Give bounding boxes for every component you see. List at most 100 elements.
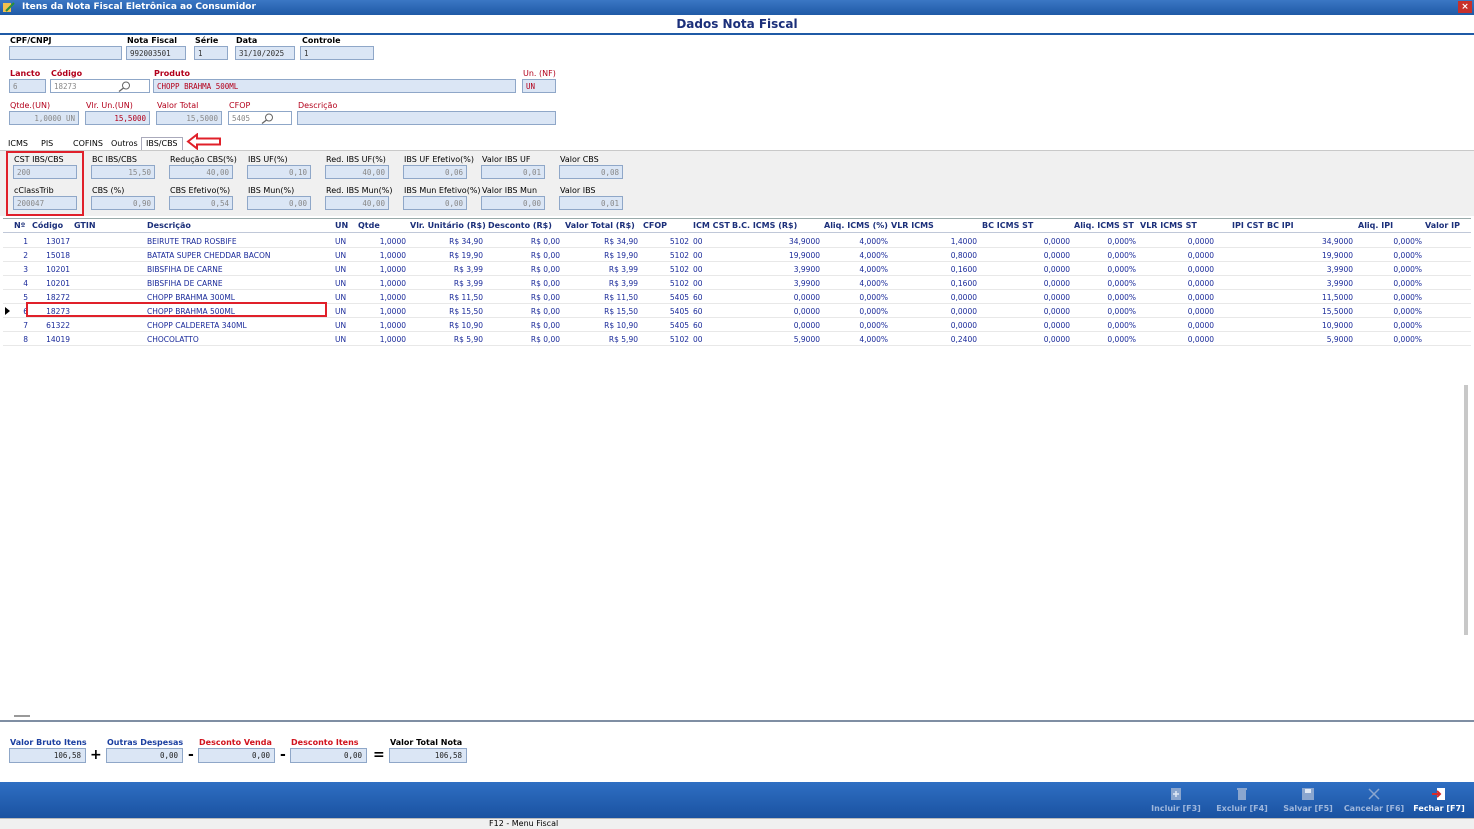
valoribs-field[interactable]: 0,01 <box>559 196 623 210</box>
valortotal-label: Valor Total <box>157 101 199 110</box>
cell-desconto: R$ 0,00 <box>530 279 560 288</box>
cbs-field[interactable]: 0,90 <box>91 196 155 210</box>
col-header[interactable]: Qtde <box>358 221 380 230</box>
col-header[interactable]: Vlr. Unitário (R$) <box>410 221 486 230</box>
tab-ibs-cbs[interactable]: IBS/CBS <box>141 137 183 150</box>
bc-field[interactable]: 15,50 <box>91 165 155 179</box>
cell-bc-ipi: 34,9000 <box>1321 237 1353 246</box>
incluir-button[interactable]: Incluir [F3] <box>1148 784 1204 818</box>
reducao-label: Redução CBS(%) <box>170 155 237 164</box>
cell-aliq-icms-st: 0,000% <box>1107 251 1136 260</box>
controle-field[interactable]: 1 <box>300 46 374 60</box>
tab-cofins[interactable]: COFINS <box>73 137 103 150</box>
cell-vlr-unit: R$ 15,50 <box>449 307 483 316</box>
col-header[interactable]: Desconto (R$) <box>488 221 552 230</box>
serie-label: Série <box>195 36 219 45</box>
col-header[interactable]: Aliq. IPI <box>1358 221 1393 230</box>
codigo-field[interactable]: 18273 <box>50 79 150 93</box>
un-field[interactable]: UN <box>522 79 556 93</box>
cell-bc-icms-st: 0,0000 <box>1043 279 1070 288</box>
col-header[interactable]: Aliq. ICMS (%) <box>824 221 888 230</box>
salvar-button[interactable]: Salvar [F5] <box>1280 784 1336 818</box>
cfop-field[interactable]: 5405 <box>228 111 292 125</box>
cell-vlr-icms: 0,1600 <box>950 265 977 274</box>
col-header[interactable]: VLR ICMS ST <box>1140 221 1197 230</box>
col-header[interactable]: Valor Total (R$) <box>565 221 635 230</box>
reducao-field[interactable]: 40,00 <box>169 165 233 179</box>
col-header[interactable]: GTIN <box>74 221 96 230</box>
redibsmun-field[interactable]: 40,00 <box>325 196 389 210</box>
equals-sign: = <box>373 747 385 763</box>
col-header[interactable]: CFOP <box>643 221 667 230</box>
col-header[interactable]: Código <box>32 221 63 230</box>
cell-num: 2 <box>23 251 28 260</box>
cell-vlr-unit: R$ 3,99 <box>453 265 483 274</box>
valortotal-field[interactable]: 15,5000 <box>156 111 222 125</box>
col-header[interactable]: VLR ICMS <box>891 221 934 230</box>
table-row[interactable]: 4 10201 BIBSFIHA DE CARNE UN 1,0000 R$ 3,99 R$… <box>3 276 1471 290</box>
redibsuf-field[interactable]: 40,00 <box>325 165 389 179</box>
descvenda-field[interactable]: 0,00 <box>198 748 275 763</box>
col-header[interactable]: ICM CST <box>693 221 730 230</box>
col-header[interactable]: BC IPI <box>1267 221 1294 230</box>
ibsmunef-label: IBS Mun Efetivo(%) <box>404 186 481 195</box>
highlight-box <box>6 151 84 216</box>
col-header[interactable]: BC ICMS ST <box>982 221 1033 230</box>
ibsmun-label: IBS Mun(%) <box>248 186 295 195</box>
ibsmunef-field[interactable]: 0,00 <box>403 196 467 210</box>
col-header[interactable]: Descrição <box>147 221 191 230</box>
table-row[interactable]: 3 10201 BIBSFIHA DE CARNE UN 1,0000 R$ 3,99 R$… <box>3 262 1471 276</box>
cbsef-field[interactable]: 0,54 <box>169 196 233 210</box>
nota-field[interactable]: 992003501 <box>126 46 186 60</box>
descricao-field[interactable] <box>297 111 556 125</box>
lancto-field[interactable]: 6 <box>9 79 46 93</box>
tab-pis[interactable]: PIS <box>41 137 53 150</box>
data-field[interactable]: 31/10/2025 <box>235 46 295 60</box>
close-button[interactable]: × <box>1458 1 1472 13</box>
search-icon[interactable] <box>261 113 275 124</box>
cpf-field[interactable] <box>9 46 122 60</box>
cancelar-button[interactable]: Cancelar [F6] <box>1343 784 1405 818</box>
col-header[interactable]: Nº <box>14 221 25 230</box>
tab-icms[interactable]: ICMS <box>8 137 28 150</box>
valorcbs-field[interactable]: 0,08 <box>559 165 623 179</box>
serie-field[interactable]: 1 <box>194 46 228 60</box>
excluir-label: Excluir [F4] <box>1216 804 1268 813</box>
col-header[interactable]: UN <box>335 221 348 230</box>
produto-field[interactable]: CHOPP BRAHMA 500ML <box>153 79 516 93</box>
col-header[interactable]: IPI CST <box>1232 221 1264 230</box>
cell-aliq-ipi: 0,000% <box>1393 279 1422 288</box>
table-row[interactable]: 2 15018 BATATA SUPER CHEDDAR BACON UN 1,0000… <box>3 248 1471 262</box>
cell-aliq-icms: 4,000% <box>859 335 888 344</box>
ibsufef-field[interactable]: 0,06 <box>403 165 467 179</box>
outras-field[interactable]: 0,00 <box>106 748 183 763</box>
table-row[interactable]: 8 14019 CHOCOLATTO UN 1,0000 R$ 5,90 R$ 0,00 R$… <box>3 332 1471 346</box>
excluir-button[interactable]: Excluir [F4] <box>1214 784 1270 818</box>
valoribs-label: Valor IBS <box>560 186 596 195</box>
items-grid[interactable]: Nº Código GTIN Descrição UN Qtde Vlr. Un… <box>3 218 1471 710</box>
fechar-label: Fechar [F7] <box>1413 804 1465 813</box>
cell-num: 5 <box>23 293 28 302</box>
save-icon <box>1302 788 1314 800</box>
horizontal-scrollbar[interactable] <box>14 715 30 717</box>
table-row[interactable]: 7 61322 CHOPP CALDERETA 340ML UN 1,0000 R$ 10… <box>3 318 1471 332</box>
valoribsuf-field[interactable]: 0,01 <box>481 165 545 179</box>
tab-outros[interactable]: Outros <box>111 137 138 150</box>
cell-un: UN <box>335 279 347 288</box>
cell-descricao: CHOPP CALDERETA 340ML <box>147 321 247 330</box>
ibsmun-field[interactable]: 0,00 <box>247 196 311 210</box>
search-icon[interactable] <box>118 81 132 92</box>
col-header[interactable]: Aliq. ICMS ST <box>1074 221 1134 230</box>
cpf-label: CPF/CNPJ <box>10 36 52 45</box>
col-header[interactable]: B.C. ICMS (R$) <box>732 221 797 230</box>
qtde-field[interactable]: 1,0000 UN <box>9 111 79 125</box>
fechar-button[interactable]: Fechar [F7] <box>1411 784 1467 818</box>
cancel-icon <box>1368 788 1380 800</box>
vertical-scrollbar[interactable] <box>1464 385 1468 635</box>
ibsuf-field[interactable]: 0,10 <box>247 165 311 179</box>
valoribsmun-field[interactable]: 0,00 <box>481 196 545 210</box>
col-header[interactable]: Valor IP <box>1425 221 1460 230</box>
table-row[interactable]: 1 13017 BEIRUTE TRAD ROSBIFE UN 1,0000 R$ 34,… <box>3 234 1471 248</box>
vlrun-field[interactable]: 15,5000 <box>85 111 150 125</box>
cell-vlr-unit: R$ 19,90 <box>449 251 483 260</box>
